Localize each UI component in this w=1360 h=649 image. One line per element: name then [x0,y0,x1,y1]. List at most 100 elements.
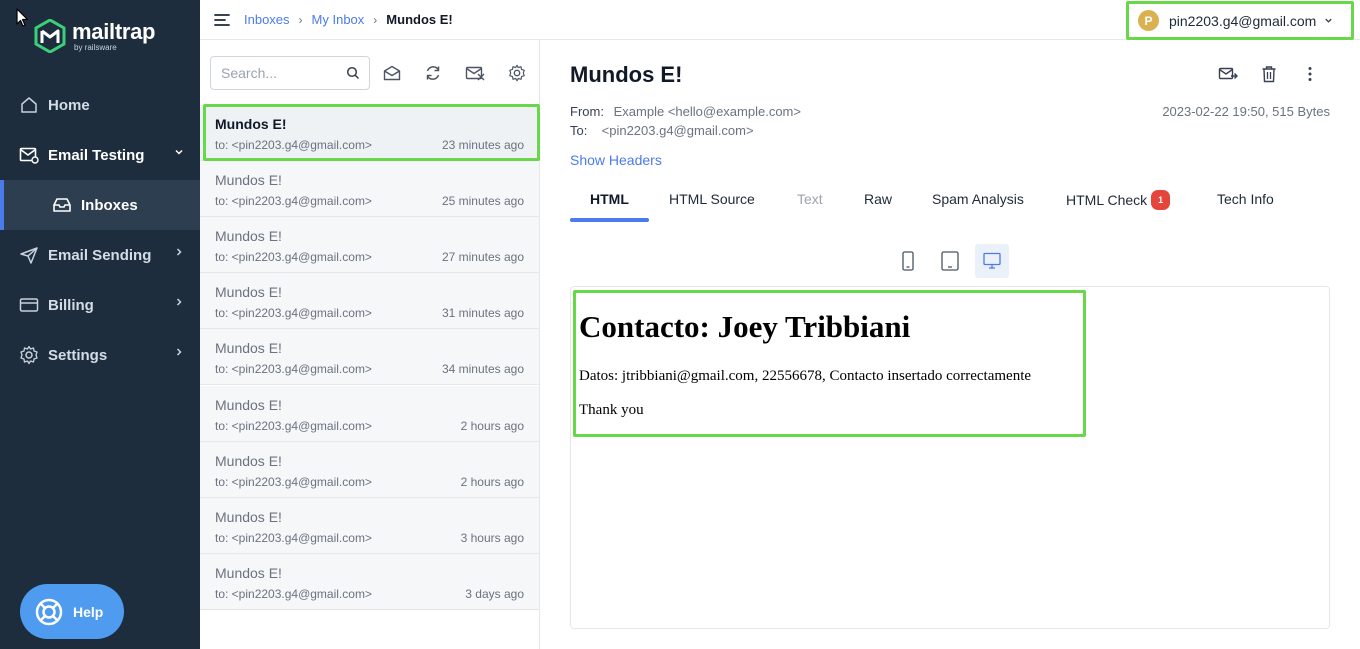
forward-icon[interactable] [1218,64,1238,84]
message-subject: Mundos E! [215,453,282,469]
message-recipient: to: <pin2203.g4@gmail.com> [215,194,372,208]
chevron-down-icon [175,149,183,155]
sidebar-item-home[interactable]: Home [0,80,200,130]
preview-paragraph: Datos: jtribbiani@gmail.com, 22556678, C… [579,368,1032,384]
sidebar-item-label: Email Sending [48,246,152,264]
chevron-down-icon [1325,18,1332,23]
tab-html-check[interactable]: HTML Check 1 [1066,190,1171,222]
logo-subtitle: by railsware [74,42,117,52]
message-time: 25 minutes ago [441,194,524,208]
message-recipient: to: <pin2203.g4@gmail.com> [215,475,372,489]
tab-raw[interactable]: Raw [864,190,892,222]
help-label: Help [73,603,104,620]
sidebar-item-inboxes[interactable]: Inboxes [0,180,200,230]
sidebar-item-label: Settings [48,346,108,364]
message-subject: Mundos E! [215,565,282,581]
chevron-right-icon [176,348,182,356]
mailtrap-logo[interactable]: mailtrap by railsware [34,19,155,53]
to-row: To: <pin2203.g4@gmail.com> [570,123,754,138]
account-email: pin2203.g4@gmail.com [1169,12,1317,29]
from-label: From: [570,104,604,119]
tablet-view-button[interactable] [933,244,967,278]
tab-html-source[interactable]: HTML Source [669,190,755,222]
mailtrap-logo-icon [34,19,66,53]
message-list-item[interactable]: Mundos E! to: <pin2203.g4@gmail.com> 23 … [200,105,539,161]
email-testing-icon [19,145,39,165]
sidebar-item-email-testing[interactable]: Email Testing [0,130,200,180]
tab-text[interactable]: Text [797,190,823,222]
desktop-view-button[interactable] [975,244,1009,278]
message-list-item[interactable]: Mundos E! to: <pin2203.g4@gmail.com> 27 … [200,217,539,273]
search-icon [346,66,360,80]
sidebar-item-settings[interactable]: Settings [0,330,200,380]
more-options-icon[interactable] [1300,64,1320,84]
mobile-icon [902,251,914,271]
message-subject: Mundos E! [215,340,282,356]
desktop-icon [983,252,1001,269]
message-list-item[interactable]: Mundos E! to: <pin2203.g4@gmail.com> 2 h… [200,442,539,498]
message-time: 31 minutes ago [441,306,524,320]
message-recipient: to: <pin2203.g4@gmail.com> [215,306,372,320]
tab-tech-info[interactable]: Tech Info [1217,190,1274,222]
sidebar-item-email-sending[interactable]: Email Sending [0,230,200,280]
breadcrumb-my-inbox[interactable]: My Inbox [312,12,365,27]
home-icon [19,95,39,115]
message-list-item[interactable]: Mundos E! to: <pin2203.g4@gmail.com> 3 d… [200,554,539,610]
message-title: Mundos E! [570,62,683,87]
top-bar: Inboxes › My Inbox › Mundos E! P pin2203… [200,0,1360,40]
account-menu[interactable]: P pin2203.g4@gmail.com [1126,1,1354,40]
menu-icon[interactable] [214,12,232,28]
mark-read-icon[interactable] [382,63,402,83]
message-recipient: to: <pin2203.g4@gmail.com> [215,419,372,433]
message-recipient: to: <pin2203.g4@gmail.com> [215,250,372,264]
to-label: To: [570,123,588,138]
html-check-badge: 1 [1151,190,1171,210]
message-subject: Mundos E! [215,116,287,132]
list-toolbar: Search... [200,40,540,104]
message-time: 34 minutes ago [441,362,524,376]
message-list-item[interactable]: Mundos E! to: <pin2203.g4@gmail.com> 31 … [200,273,539,329]
message-recipient: to: <pin2203.g4@gmail.com> [215,587,372,601]
logo-name: mailtrap [72,18,156,44]
from-row: From: Example <hello@example.com> [570,104,801,119]
message-list-item[interactable]: Mundos E! to: <pin2203.g4@gmail.com> 25 … [200,161,539,217]
search-input[interactable]: Search... [210,56,370,90]
help-button[interactable]: Help [20,584,124,639]
from-value: Example <hello@example.com> [613,104,801,119]
show-headers-link[interactable]: Show Headers [570,152,662,168]
email-preview: Contacto: Joey Tribbiani Datos: jtribbia… [570,286,1330,629]
sidebar-item-billing[interactable]: Billing [0,280,200,330]
chevron-right-icon [176,248,182,256]
message-time: 2 hours ago [460,419,524,433]
message-list-item[interactable]: Mundos E! to: <pin2203.g4@gmail.com> 3 h… [200,498,539,554]
active-tab-indicator [570,218,649,222]
breadcrumb-inboxes[interactable]: Inboxes [244,12,290,27]
mobile-view-button[interactable] [891,244,925,278]
tab-spam-analysis[interactable]: Spam Analysis [932,190,1024,222]
message-subject: Mundos E! [215,509,282,525]
message-detail-panel: Mundos E! From: Example <hello@example.c… [540,40,1360,649]
message-list-item[interactable]: Mundos E! to: <pin2203.g4@gmail.com> 2 h… [200,386,539,442]
gear-icon [19,345,39,365]
message-time: 23 minutes ago [441,138,524,152]
trash-icon[interactable] [1259,64,1279,84]
message-list-panel: Search... Mundos E! to: <pin2203.g4@gmai… [200,40,540,649]
message-meta: 2023-02-22 19:50, 515 Bytes [1162,104,1330,119]
message-recipient: to: <pin2203.g4@gmail.com> [215,362,372,376]
message-time: 3 days ago [465,587,524,601]
tab-label: HTML Check [1066,192,1148,208]
sidebar: mailtrap by railsware Home Email Testing… [0,0,200,649]
inbox-icon [52,195,72,215]
tablet-icon [941,251,959,271]
chevron-right-icon [176,298,182,306]
lifebuoy-icon [35,598,63,625]
gear-icon[interactable] [507,63,527,83]
sidebar-item-label: Home [48,96,90,114]
sidebar-item-label: Email Testing [48,146,145,164]
refresh-icon[interactable] [423,63,443,83]
breadcrumb-separator: › [298,12,303,27]
message-subject: Mundos E! [215,397,282,413]
message-time: 2 hours ago [460,475,524,489]
message-list-item[interactable]: Mundos E! to: <pin2203.g4@gmail.com> 34 … [200,329,539,385]
clear-inbox-icon[interactable] [465,63,485,83]
